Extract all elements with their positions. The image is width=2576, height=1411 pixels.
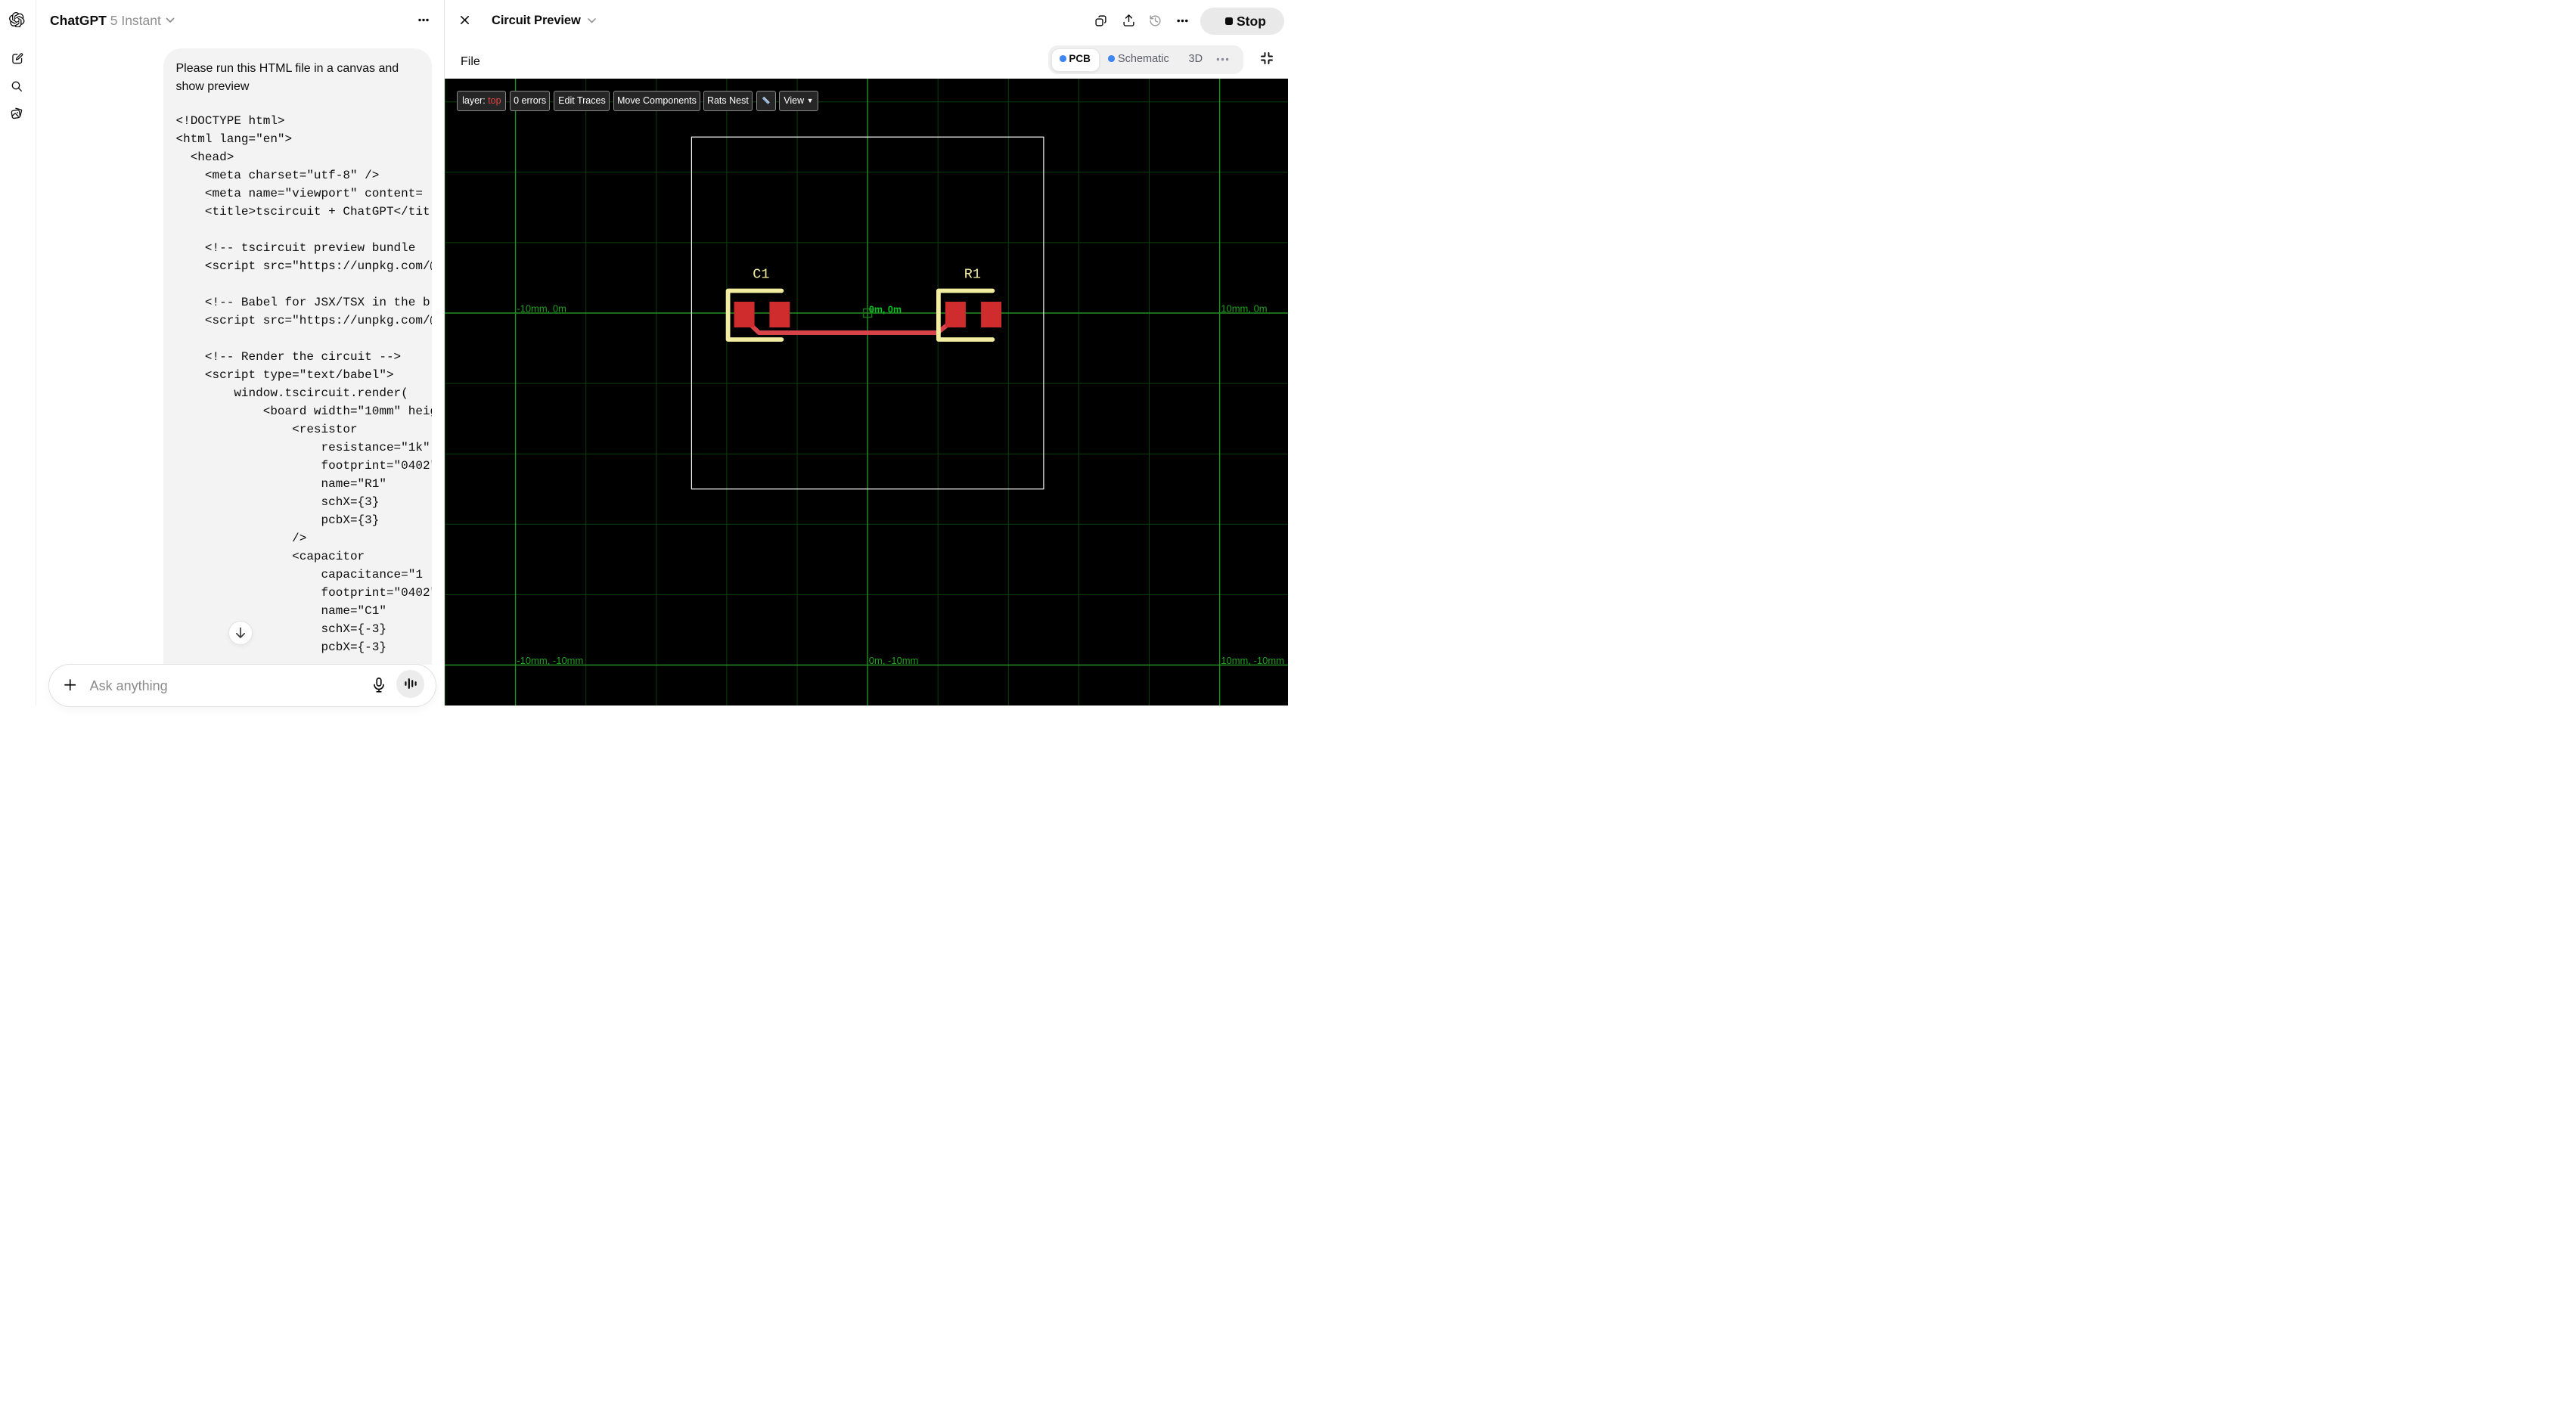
svg-text:R1: R1 — [964, 267, 981, 283]
svg-text:-10mm, -10mm: -10mm, -10mm — [517, 655, 584, 666]
svg-text:0m, 0m: 0m, 0m — [869, 304, 902, 315]
svg-text:-10mm, 0m: -10mm, 0m — [517, 302, 567, 314]
svg-text:10mm, -10mm: 10mm, -10mm — [1221, 655, 1285, 666]
svg-text:10mm, 0m: 10mm, 0m — [1221, 302, 1268, 314]
svg-text:C1: C1 — [753, 267, 770, 283]
svg-text:0m, -10mm: 0m, -10mm — [869, 655, 919, 666]
